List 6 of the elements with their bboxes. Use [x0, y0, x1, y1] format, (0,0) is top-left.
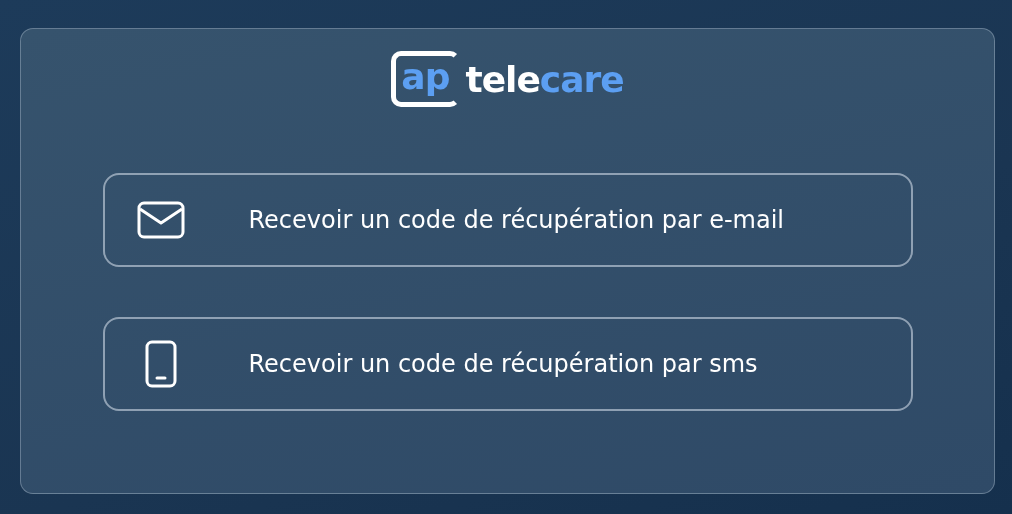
phone-icon [144, 340, 177, 388]
logo-text: tele [465, 58, 540, 100]
envelope-icon [136, 201, 185, 239]
sms-option-button[interactable]: Recevoir un code de récupération par sms [102, 317, 913, 411]
logo-text: care [539, 58, 624, 100]
email-option-button[interactable]: Recevoir un code de récupération par e-mail [102, 173, 913, 267]
